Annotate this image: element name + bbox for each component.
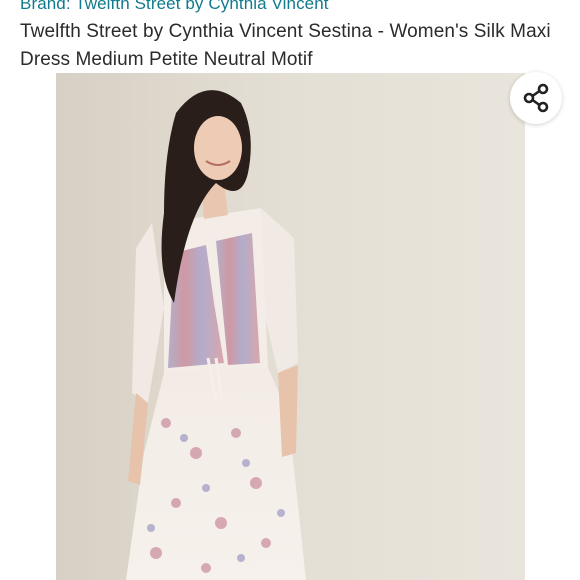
share-icon [523, 83, 549, 113]
product-photo-illustration [56, 73, 525, 580]
product-title: Twelfth Street by Cynthia Vincent Sestin… [20, 21, 551, 70]
face [194, 116, 242, 180]
share-button[interactable] [510, 72, 562, 124]
brand-link[interactable]: Brand: Twelfth Street by Cynthia Vincent [20, 0, 329, 14]
product-page: Brand: Twelfth Street by Cynthia Vincent… [0, 0, 580, 580]
brand-prefix: Brand: [20, 0, 76, 13]
product-image[interactable] [56, 73, 525, 580]
brand-name[interactable]: Twelfth Street by Cynthia Vincent [75, 0, 328, 13]
